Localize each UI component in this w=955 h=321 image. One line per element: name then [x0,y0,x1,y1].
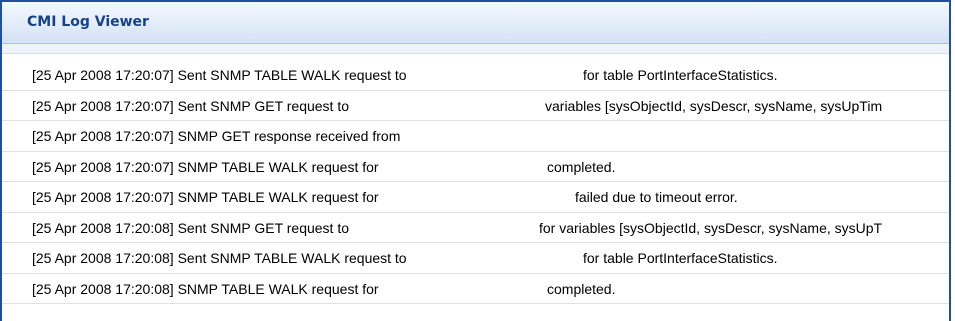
log-list[interactable]: [25 Apr 2008 17:20:07] Sent SNMP TABLE W… [2,60,949,304]
log-entry-detail: completed. [547,280,616,297]
log-entry-detail: failed due to timeout error. [575,189,738,205]
title-divider [2,44,949,54]
log-viewer-window: CMI Log Viewer [25 Apr 2008 17:20:07] Se… [0,0,951,321]
log-entry-text: [25 Apr 2008 17:20:07] Sent SNMP TABLE W… [32,67,407,83]
log-entry-text: [25 Apr 2008 17:20:08] Sent SNMP GET req… [32,219,350,236]
title-bar: CMI Log Viewer [2,2,949,44]
log-entry[interactable]: [25 Apr 2008 17:20:08] Sent SNMP TABLE W… [2,243,949,274]
log-entry-text: [25 Apr 2008 17:20:08] SNMP TABLE WALK r… [32,280,379,297]
log-entry[interactable]: [25 Apr 2008 17:20:07] Sent SNMP GET req… [2,91,949,121]
log-entry[interactable]: [25 Apr 2008 17:20:07] SNMP GET response… [2,121,949,152]
log-entry-detail: completed. [547,158,616,175]
log-entry-text: [25 Apr 2008 17:20:07] Sent SNMP GET req… [32,97,350,114]
log-entry[interactable]: [25 Apr 2008 17:20:07] Sent SNMP TABLE W… [2,60,949,91]
log-entry-text: [25 Apr 2008 17:20:07] SNMP TABLE WALK r… [32,189,379,205]
log-entry-detail: for variables [sysObjectId, sysDescr, sy… [539,219,883,236]
log-entry-detail: for table PortInterfaceStatistics. [583,67,778,83]
log-entry[interactable]: [25 Apr 2008 17:20:07] SNMP TABLE WALK r… [2,152,949,182]
log-entry-text: [25 Apr 2008 17:20:07] SNMP GET response… [32,128,401,144]
log-entry[interactable]: [25 Apr 2008 17:20:07] SNMP TABLE WALK r… [2,182,949,213]
log-entry[interactable]: [25 Apr 2008 17:20:08] Sent SNMP GET req… [2,213,949,243]
log-entry-detail: variables [sysObjectId, sysDescr, sysNam… [545,97,883,114]
log-entry[interactable]: [25 Apr 2008 17:20:08] SNMP TABLE WALK r… [2,274,949,304]
log-entry-detail: for table PortInterfaceStatistics. [583,250,778,266]
log-entry-text: [25 Apr 2008 17:20:07] SNMP TABLE WALK r… [32,158,379,175]
window-title: CMI Log Viewer [27,14,149,30]
log-entry-text: [25 Apr 2008 17:20:08] Sent SNMP TABLE W… [32,250,407,266]
